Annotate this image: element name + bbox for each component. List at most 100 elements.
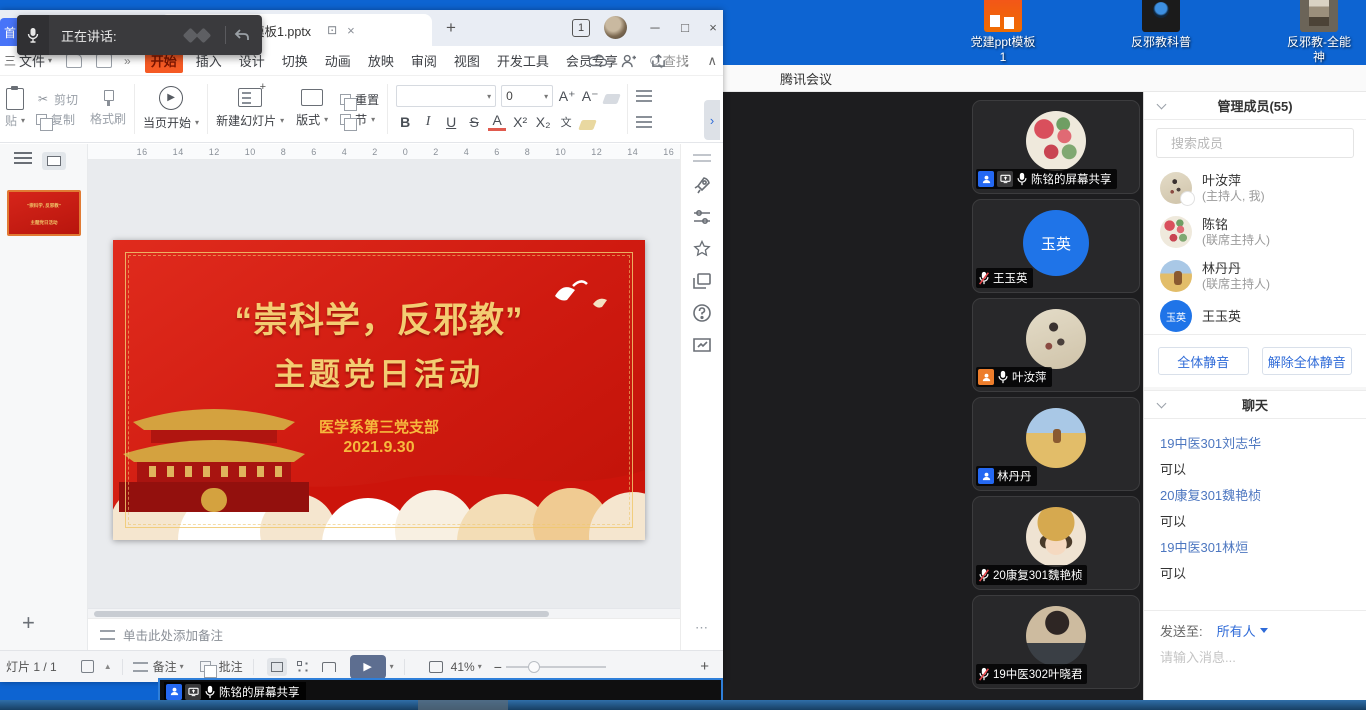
ribbon-tab-view[interactable]: 视图 [450, 48, 484, 73]
phonetic-guide-button[interactable]: 文 [557, 114, 575, 130]
chat-message-input[interactable] [1160, 650, 1350, 665]
reset-button[interactable]: 重置 [340, 89, 379, 109]
duplicate-window-icon[interactable] [692, 272, 712, 290]
font-color-button[interactable]: A [488, 113, 506, 131]
superscript-button[interactable]: X² [511, 114, 529, 130]
close-tab-icon[interactable]: × [347, 23, 355, 38]
ribbon-tab-slideshow[interactable]: 放映 [364, 48, 398, 73]
zoom-level[interactable]: 41% [451, 660, 475, 674]
more-tools-icon[interactable]: » [124, 54, 131, 68]
mute-all-button[interactable]: 全体静音 [1158, 347, 1249, 375]
search-input[interactable] [1171, 136, 1347, 151]
unmute-all-button[interactable]: 解除全体静音 [1262, 347, 1353, 375]
settings-sliders-icon[interactable] [692, 208, 712, 226]
bullet-list-icon[interactable] [636, 90, 652, 102]
minimize-button[interactable]: ─ [642, 16, 668, 40]
chat-message-list[interactable]: 19中医301刘志华 可以 20康复301魏艳桢 可以 19中医301林烜 可以 [1144, 419, 1366, 587]
member-row[interactable]: 叶汝萍(主持人, 我) [1144, 166, 1366, 210]
slide-canvas[interactable]: “崇科学，反邪教” 主题党日活动 医学系第三党支部 2021.9.30 ▲ ▼ [88, 160, 723, 608]
font-size-select[interactable]: 0▾ [501, 85, 553, 107]
video-tile[interactable]: 玉英 王玉英 [972, 199, 1140, 293]
output-icon[interactable] [96, 54, 112, 68]
window-count-badge[interactable]: 1 [572, 19, 590, 37]
member-row[interactable]: 玉英 王玉英 [1144, 298, 1366, 334]
underline-button[interactable]: U [442, 114, 460, 130]
ribbon-tab-developer[interactable]: 开发工具 [493, 48, 553, 73]
slide-date[interactable]: 2021.9.30 [113, 439, 645, 457]
play-from-current-button[interactable]: ▶ 当页开始▾ [137, 76, 205, 142]
slideshow-play-button[interactable]: ▶ [350, 655, 386, 679]
collapse-chevron-icon[interactable] [1157, 100, 1167, 110]
chart-tools-icon[interactable] [692, 336, 712, 354]
collapse-chevron-icon[interactable] [1157, 399, 1167, 409]
italic-button[interactable]: I [419, 114, 437, 130]
video-tile[interactable]: 20康复301魏艳桢 [972, 496, 1140, 590]
zoom-in-button[interactable]: + [700, 658, 709, 675]
more-options-icon[interactable]: ⋮ [680, 53, 693, 69]
shrink-font-button[interactable]: A⁻ [581, 88, 599, 105]
slide-title-line2[interactable]: 主题党日活动 [113, 349, 645, 394]
slide-editor[interactable]: “崇科学，反邪教” 主题党日活动 医学系第三党支部 2021.9.30 [113, 240, 645, 540]
member-row[interactable]: 林丹丹(联席主持人) [1144, 254, 1366, 298]
cut-button[interactable]: ✂剪切 [36, 89, 78, 109]
ribbon-tab-animation[interactable]: 动画 [321, 48, 355, 73]
return-arrow-icon[interactable] [234, 28, 250, 42]
expand-panel-button[interactable]: › [704, 100, 720, 140]
normal-view-button[interactable] [267, 658, 287, 676]
maximize-button[interactable]: □ [672, 16, 698, 40]
section-button[interactable]: 节▾ [340, 109, 379, 129]
notes-bar[interactable]: 单击此处添加备注 [88, 618, 723, 650]
video-tile[interactable]: 陈铭的屏幕共享 [972, 100, 1140, 194]
align-text-icon[interactable] [636, 116, 652, 128]
zoom-slider-knob[interactable] [528, 661, 540, 673]
presentation-mode-icon[interactable]: ⊡ [327, 23, 337, 37]
video-tile[interactable]: 林丹丹 [972, 397, 1140, 491]
slide-sorter-view-button[interactable] [293, 658, 313, 676]
scrollbar-thumb[interactable] [94, 611, 549, 617]
theme-icon[interactable] [81, 660, 94, 673]
more-panel-icon[interactable]: ⋯ [695, 620, 709, 636]
font-family-select[interactable]: ▾ [396, 85, 496, 107]
video-tile[interactable]: 叶汝萍 [972, 298, 1140, 392]
drag-handle-icon[interactable] [693, 154, 711, 162]
desktop-icon-video2[interactable]: 反邪教-全能神 [1271, 0, 1366, 65]
add-slide-button[interactable]: + [22, 610, 35, 636]
subscript-button[interactable]: X₂ [534, 114, 552, 130]
grow-font-button[interactable]: A⁺ [558, 88, 576, 105]
member-search-box[interactable] [1156, 128, 1354, 158]
video-tile[interactable]: 19中医302叶晓君 [972, 595, 1140, 689]
account-avatar[interactable] [604, 16, 627, 39]
horizontal-scrollbar[interactable] [88, 608, 723, 618]
rocket-tools-icon[interactable] [692, 175, 712, 195]
meeting-title-bar[interactable]: 腾讯会议 [723, 65, 1366, 92]
notes-toggle[interactable]: 备注 [153, 658, 177, 675]
member-row[interactable]: 陈铭(联席主持人) [1144, 210, 1366, 254]
zoom-slider[interactable] [506, 666, 606, 668]
desktop-icon-ppt-template[interactable]: 党建ppt模板1 [955, 0, 1051, 65]
zoom-out-button[interactable]: − [494, 659, 502, 675]
highlight-color-button[interactable] [578, 120, 597, 130]
new-slide-button[interactable]: 新建幻灯片▾ [210, 76, 290, 142]
slide-view-icon[interactable] [42, 152, 66, 170]
windows-taskbar[interactable] [0, 700, 1366, 710]
bold-button[interactable]: B [396, 114, 414, 130]
strikethrough-button[interactable]: S [465, 114, 483, 130]
share-user-icon[interactable] [621, 54, 637, 68]
ribbon-tab-transition[interactable]: 切换 [278, 48, 312, 73]
outline-view-icon[interactable] [14, 152, 32, 166]
new-tab-button[interactable]: + [440, 18, 462, 38]
cloud-sync-icon[interactable] [589, 54, 607, 68]
send-to-select[interactable]: 所有人 [1217, 621, 1268, 640]
help-icon[interactable] [692, 303, 712, 323]
clear-format-icon[interactable] [602, 94, 621, 104]
slide-thumbnail-1[interactable]: "崇科学, 反邪教" 主题党日活动 [7, 190, 81, 236]
fit-to-window-icon[interactable] [429, 661, 443, 673]
ribbon-tab-review[interactable]: 审阅 [407, 48, 441, 73]
paste-button[interactable]: 贴▾ [0, 76, 30, 142]
desktop-icon-video1[interactable]: 反邪教科普 [1113, 0, 1209, 65]
share-icon[interactable] [651, 54, 666, 68]
reading-view-button[interactable] [319, 658, 339, 676]
copy-button[interactable]: 复制 [36, 109, 78, 129]
layout-button[interactable]: 版式▾ [290, 76, 334, 142]
comments-toggle[interactable]: 批注 [219, 658, 243, 675]
